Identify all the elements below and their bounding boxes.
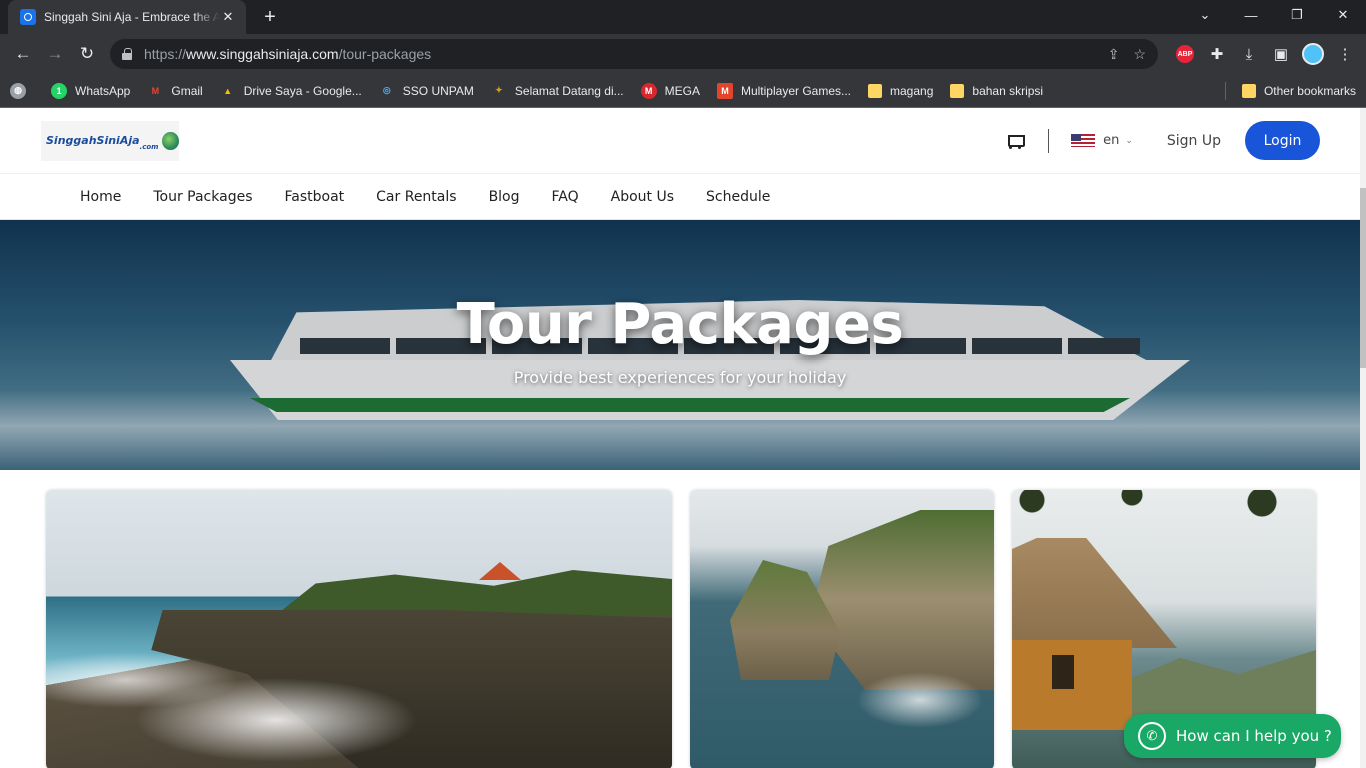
reload-icon[interactable]: ↻ [72,39,102,69]
folder-icon [1241,84,1256,98]
header-divider [1048,128,1050,153]
hero-subtitle: Provide best experiences for your holida… [513,368,847,387]
nav-faq[interactable]: FAQ [552,189,579,205]
language-selector[interactable]: en [1103,133,1119,148]
nav-fastboat[interactable]: Fastboat [285,189,345,205]
folder-icon [950,83,965,98]
site-favicon-icon [20,9,36,25]
sign-up-link[interactable]: Sign Up [1167,133,1221,149]
bookmark-multiplayer-games[interactable]: M Multiplayer Games... [716,82,851,99]
bookmark-drive[interactable]: ▲ Drive Saya - Google... [220,83,362,99]
nav-car-rentals[interactable]: Car Rentals [376,189,456,205]
nav-blog[interactable]: Blog [489,189,520,205]
browser-title-bar: Singgah Sini Aja - Embrace the Adventure… [0,0,1366,34]
gmail-icon: M [151,85,160,96]
bookmark-star-icon[interactable]: ☆ [1133,46,1146,63]
header-actions: en ⌄ Sign Up Login [1004,121,1320,160]
bookmarks-bar: ◍ 1 WhatsApp M Gmail ▲ Drive Saya - Google.… [0,74,1366,108]
whatsapp-chat-button[interactable]: ✆ How can I help you ? [1124,714,1341,758]
bookmark-sso-unpam[interactable]: ◎ SSO UNPAM [379,83,474,99]
url-text[interactable]: https://www.singgahsiniaja.com/tour-pack… [144,46,1094,62]
bookmark-mega[interactable]: M MEGA [640,82,700,99]
whatsapp-icon: ✆ [1138,722,1166,750]
tab-title: Singgah Sini Aja - Embrace the Adventure [44,10,220,24]
close-window-button[interactable]: ✕ [1320,0,1366,30]
forward-arrow-icon[interactable]: → [40,39,70,69]
site-header: SinggahSiniAja .com en ⌄ Sign Up Login [0,108,1360,174]
window-controls: ⌄ — ❐ ✕ [1182,0,1366,34]
bookmark-selamat-datang[interactable]: ✦ Selamat Datang di... [491,83,624,99]
tab-search-chevron-icon[interactable]: ⌄ [1182,0,1228,30]
tour-card-image[interactable] [46,490,672,768]
sso-icon: ◎ [382,85,391,95]
cart-icon[interactable] [1004,130,1026,152]
other-bookmarks[interactable]: Other bookmarks [1241,74,1356,108]
back-arrow-icon[interactable]: ← [8,39,38,69]
nav-schedule[interactable]: Schedule [706,189,770,205]
browser-tab-active[interactable]: Singgah Sini Aja - Embrace the Adventure… [8,0,246,34]
mega-icon: M [640,82,657,99]
bookmark-gmail[interactable]: M Gmail [147,83,203,99]
adblock-plus-icon[interactable]: ABP [1172,41,1198,67]
tab-close-icon[interactable]: ✕ [220,9,236,25]
hero-banner: Tour Packages Provide best experiences f… [0,220,1360,470]
address-bar[interactable]: https://www.singgahsiniaja.com/tour-pack… [110,39,1158,69]
games-icon: M [716,82,733,99]
hero-title: Tour Packages [456,292,904,357]
whatsapp-chat-label: How can I help you ? [1176,727,1332,745]
extensions-puzzle-icon[interactable]: ✚ [1204,41,1230,67]
bookmark-folder-magang[interactable]: magang [868,83,933,98]
bookmark-folder-bahan-skripsi[interactable]: bahan skripsi [950,83,1043,98]
new-tab-button[interactable]: + [258,6,282,28]
university-logo-icon: ✦ [495,85,503,95]
login-button[interactable]: Login [1245,121,1320,160]
minimize-button[interactable]: — [1228,0,1274,30]
menu-kebab-icon[interactable]: ⋮ [1332,41,1358,67]
nav-tour-packages[interactable]: Tour Packages [153,189,252,205]
web-page: SinggahSiniAja .com en ⌄ Sign Up Login Ho… [0,108,1360,768]
bookmark-whatsapp[interactable]: 1 WhatsApp [51,82,130,99]
share-icon[interactable]: ⇪ [1108,46,1120,63]
profile-avatar[interactable] [1300,41,1326,67]
google-drive-icon: ▲ [223,85,233,96]
nav-about-us[interactable]: About Us [611,189,674,205]
nav-home[interactable]: Home [80,189,121,205]
side-panel-icon[interactable]: ▣ [1268,41,1294,67]
bookmarks-divider [1225,82,1226,100]
lock-icon[interactable] [122,48,132,60]
download-icon[interactable]: ⤓ [1236,41,1262,67]
main-nav: Home Tour Packages Fastboat Car Rentals … [0,174,1360,220]
globe-icon [162,131,179,150]
folder-icon [868,83,883,98]
us-flag-icon[interactable] [1071,134,1096,147]
page-scrollbar[interactable] [1360,108,1366,768]
chevron-down-icon[interactable]: ⌄ [1125,135,1133,146]
browser-toolbar: ← → ↻ https://www.singgahsiniaja.com/tou… [0,34,1366,74]
apps-globe-icon[interactable]: ◍ [10,82,34,99]
whatsapp-icon: 1 [51,82,67,99]
restore-button[interactable]: ❐ [1274,0,1320,30]
site-logo[interactable]: SinggahSiniAja .com [41,120,179,161]
tour-card-image[interactable] [690,490,994,768]
